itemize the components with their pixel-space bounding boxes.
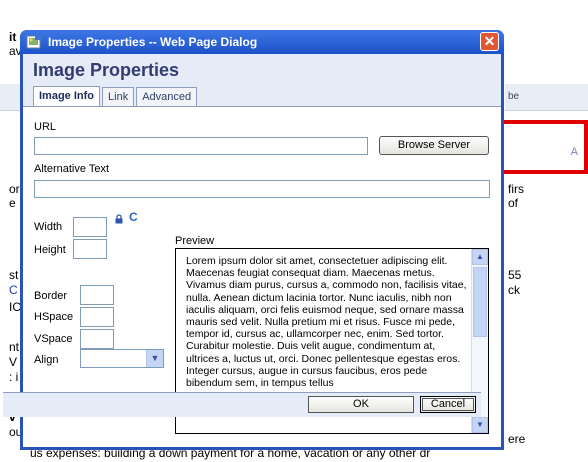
toolbar-text-icon: A [570, 146, 578, 158]
align-select[interactable]: ▼ [80, 349, 164, 368]
cancel-button[interactable]: Cancel [420, 396, 476, 413]
background-text: V [9, 355, 18, 369]
alt-text-label: Alternative Text [34, 163, 110, 175]
background-text: : i [9, 370, 19, 384]
background-link[interactable]: C [9, 283, 18, 297]
ok-button[interactable]: OK [308, 396, 414, 413]
lock-ratio-icon[interactable] [114, 214, 124, 224]
background-text: nt [9, 340, 20, 354]
height-input[interactable] [73, 239, 107, 259]
url-input[interactable] [34, 137, 368, 155]
align-label: Align [34, 354, 59, 366]
close-icon: ✕ [483, 33, 496, 49]
border-label: Border [34, 290, 68, 302]
hspace-input[interactable] [80, 307, 114, 327]
dialog-title: Image Properties -- Web Page Dialog [48, 35, 258, 49]
browse-server-button[interactable]: Browse Server [379, 136, 489, 155]
background-text: e [9, 196, 16, 210]
dialog-client-area: Image Properties Image Info Link Advance… [23, 54, 501, 447]
background-text: or [9, 182, 20, 196]
width-label: Width [34, 221, 63, 233]
close-button[interactable]: ✕ [480, 32, 499, 51]
vspace-input[interactable] [80, 329, 114, 349]
preview-label: Preview [175, 235, 215, 247]
tab-image-info[interactable]: Image Info [33, 86, 101, 106]
dialog-heading: Image Properties [33, 60, 180, 80]
reset-size-icon[interactable]: C [129, 210, 138, 224]
tab-bar: Image Info Link Advanced [33, 86, 199, 106]
dialog-button-bar: OK Cancel [3, 392, 481, 417]
background-text: st [9, 268, 19, 282]
background-text: it [9, 30, 17, 44]
alt-text-input[interactable] [34, 180, 490, 198]
tab-advanced[interactable]: Advanced [136, 87, 198, 106]
vspace-label: VSpace [34, 333, 73, 345]
scroll-thumb[interactable] [473, 267, 487, 337]
background-text: 55 [508, 268, 522, 282]
background-text: ck [508, 283, 520, 297]
url-label: URL [34, 121, 57, 133]
preview-text: Lorem ipsum dolor sit amet, consectetuer… [186, 255, 467, 390]
height-label: Height [34, 244, 66, 256]
scroll-up-icon[interactable]: ▲ [472, 249, 488, 265]
dialog-header: Image Properties Image Info Link Advance… [23, 54, 501, 106]
background-toolbar-label: be [508, 91, 520, 102]
background-toolbar-left [0, 84, 22, 111]
width-input[interactable] [73, 217, 107, 237]
dialog-titlebar[interactable]: Image Properties -- Web Page Dialog ✕ [20, 30, 504, 54]
chevron-down-icon[interactable]: ▼ [146, 350, 163, 367]
tab-content-image-info: URL Browse Server Alternative Text Width… [23, 106, 501, 434]
scroll-down-icon[interactable]: ▼ [472, 417, 488, 433]
border-input[interactable] [80, 285, 114, 305]
background-text: firs [508, 182, 524, 196]
dialog-app-icon [26, 34, 42, 49]
tab-link[interactable]: Link [102, 87, 135, 106]
image-properties-dialog: Image Properties -- Web Page Dialog ✕ Im… [20, 30, 504, 450]
hspace-label: HSpace [34, 311, 74, 323]
background-text: of [508, 196, 519, 210]
background-text: ere [508, 432, 526, 446]
